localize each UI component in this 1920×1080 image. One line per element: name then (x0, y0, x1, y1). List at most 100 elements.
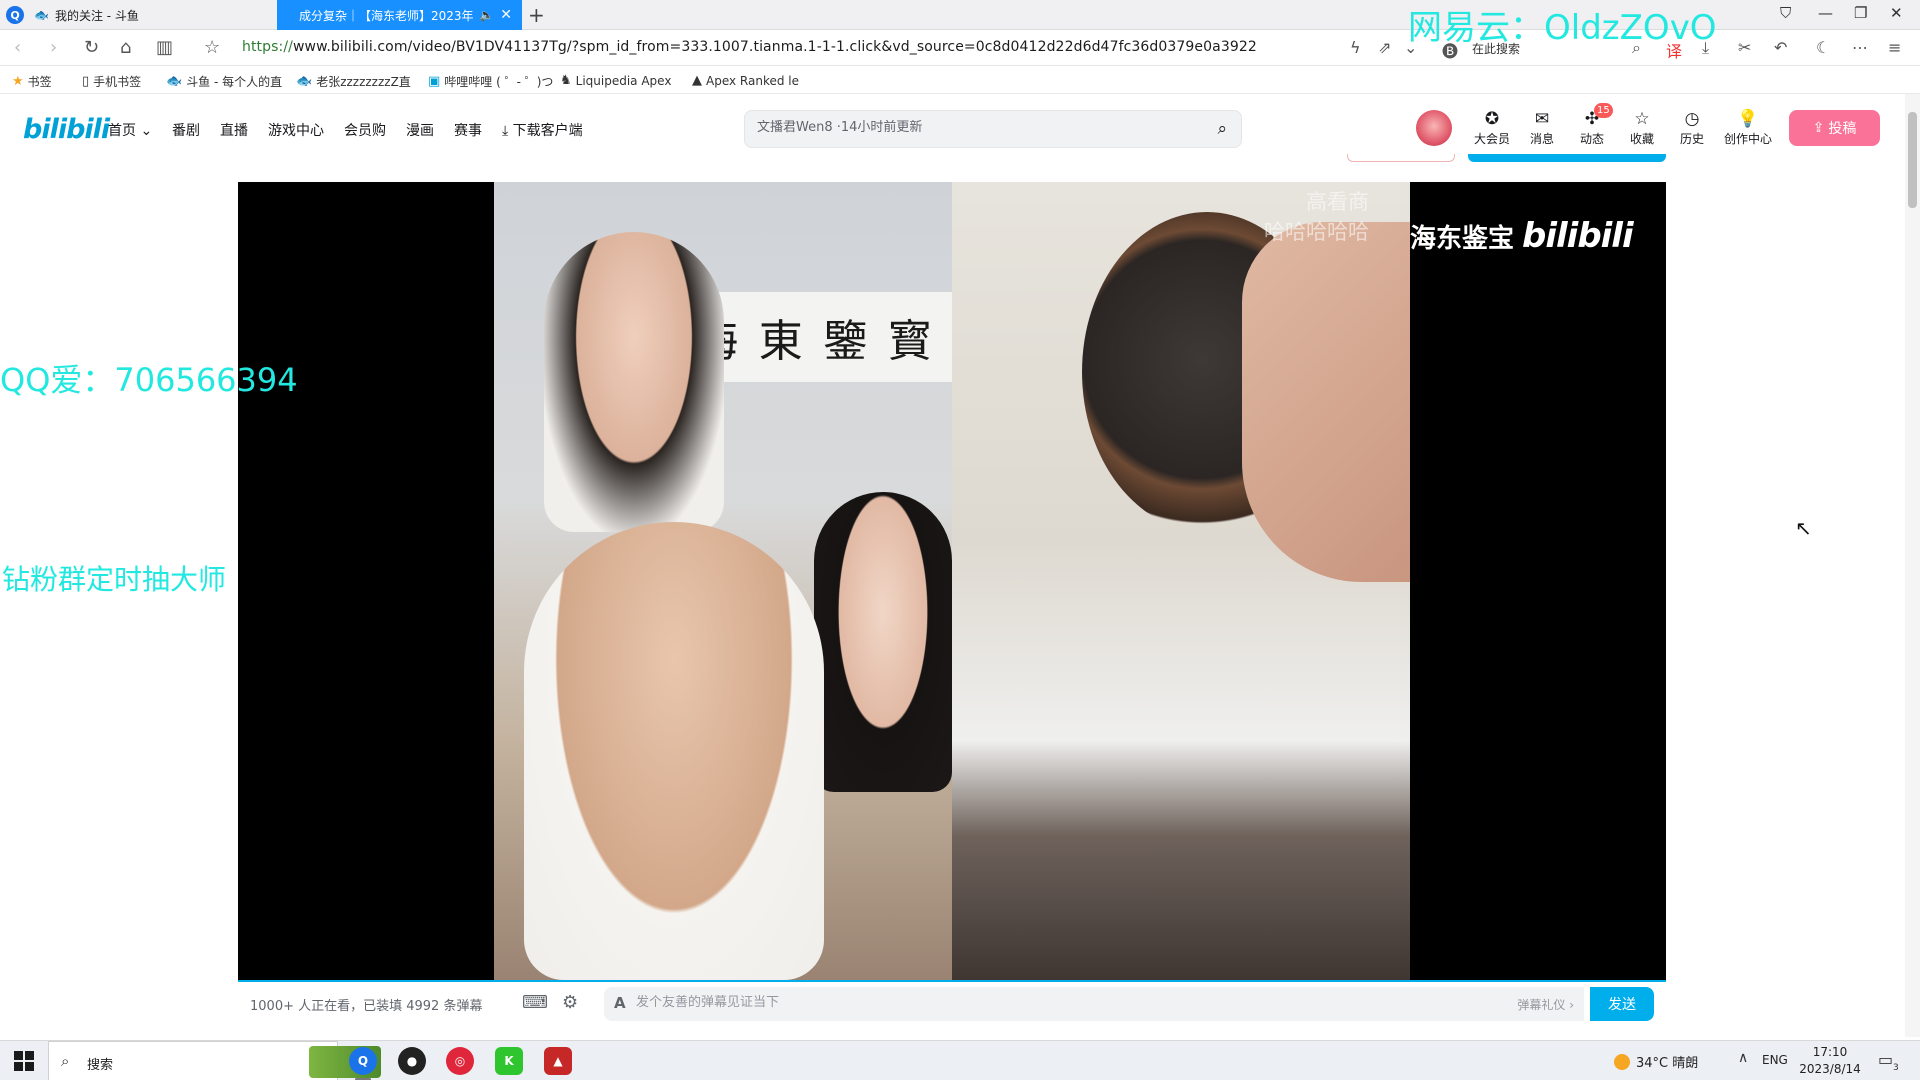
nav-vip-shop[interactable]: 会员购 (344, 120, 386, 140)
tab-label: 成分复杂｜【海东老师】2023年 (299, 8, 474, 23)
restore-icon[interactable]: ❐ (1854, 4, 1867, 22)
reload-icon[interactable]: ↻ (84, 37, 99, 58)
nav-bangumi[interactable]: 番剧 (172, 120, 200, 140)
nav-home[interactable]: 首页 ⌄ (108, 120, 152, 140)
nav-game-center[interactable]: 游戏中心 (268, 120, 324, 140)
overlay-qq-text: QQ爱：706566394 (0, 361, 298, 399)
hand-image (1242, 222, 1410, 582)
douyu-icon: 🐟 (296, 74, 313, 89)
bookmark-star-icon[interactable]: ☆ (204, 37, 220, 58)
header-history[interactable]: ◷ 历史 (1670, 108, 1714, 147)
scrollbar-thumb[interactable] (1908, 112, 1917, 208)
search-input[interactable] (757, 120, 1197, 135)
danmaku-input[interactable] (636, 995, 1316, 1010)
language-indicator[interactable]: ENG (1762, 1053, 1788, 1067)
minimize-icon[interactable]: — (1818, 4, 1833, 22)
tabs-menu-icon[interactable]: ⛉ (1780, 4, 1791, 22)
upload-icon: ⇪ (1812, 120, 1825, 136)
phone-icon: ▯ (82, 74, 90, 89)
danmaku-etiquette-link[interactable]: 弹幕礼仪 › (1517, 996, 1574, 1013)
search-icon[interactable]: ⌕ (1217, 119, 1227, 139)
dark-mode-icon[interactable]: ☾ (1816, 38, 1830, 57)
bookmark-item[interactable]: 🐟 老张zzzzzzzzZ直 (296, 73, 411, 90)
message-icon: ✉ (1534, 109, 1550, 129)
overlay-fans-text: 钻粉群定时抽大师 (2, 563, 227, 596)
app-icon[interactable]: ● (398, 1047, 426, 1075)
weather-widget[interactable]: 34°C 晴朗 (1614, 1052, 1698, 1071)
danmaku-style-icon[interactable]: A (614, 994, 626, 1012)
taskbar-search[interactable]: ⌕ 搜索 (48, 1041, 381, 1080)
scissors-icon[interactable]: ✂ (1738, 38, 1751, 57)
apex-app-icon[interactable]: ▲ (544, 1047, 572, 1075)
nav-live[interactable]: 直播 (220, 120, 248, 140)
bookmark-item[interactable]: 🐟 斗鱼 - 每个人的直 (166, 73, 282, 90)
close-tab-icon[interactable]: ✕ (500, 7, 512, 23)
danmaku-send-button[interactable]: 发送 (1590, 987, 1654, 1021)
bilibili-header: bilibili 首页 ⌄ 番剧 直播 游戏中心 会员购 漫画 赛事 ⤓ 下载客… (0, 94, 1905, 162)
clock[interactable]: 17:10 2023/8/14 (1798, 1044, 1862, 1078)
back-icon[interactable]: ‹ (14, 37, 21, 58)
liquipedia-icon: ♞ (560, 73, 572, 88)
history-icon: ◷ (1684, 109, 1700, 129)
bolt-icon[interactable]: ϟ (1350, 38, 1361, 57)
nav-esports[interactable]: 赛事 (454, 120, 482, 140)
speaker-icon[interactable]: 🔈 (479, 8, 494, 22)
bilibili-watermark-logo: bilibili (1522, 216, 1634, 256)
notification-count: 3 (1893, 1063, 1899, 1073)
bookmark-item[interactable]: ♞ Liquipedia Apex (560, 73, 671, 88)
bookmark-item[interactable]: ▯ 手机书签 (82, 73, 141, 90)
more-icon[interactable]: ⋯ (1852, 38, 1868, 57)
faint-overlay-text: 高看商 哈哈哈哈哈 (1264, 190, 1369, 244)
windows-start-icon[interactable] (14, 1051, 34, 1071)
chevron-down-icon: ⌄ (140, 123, 153, 139)
nav-download-client[interactable]: ⤓ 下载客户端 (502, 120, 583, 140)
douyu-icon: 🐟 (34, 8, 49, 22)
new-tab-button[interactable]: + (528, 3, 545, 27)
download-client-icon: ⤓ (502, 123, 509, 139)
follow-button-edge[interactable] (1347, 154, 1455, 162)
url-field[interactable]: https://www.bilibili.com/video/BV1DV4113… (242, 39, 1257, 55)
tab-bilibili-video[interactable]: 成分复杂｜【海东老师】2023年 🔈 ✕ (277, 0, 522, 30)
person-figure (524, 522, 824, 980)
video-frame-right (952, 182, 1410, 980)
charge-button-edge[interactable] (1468, 154, 1666, 162)
menu-icon[interactable]: ≡ (1888, 38, 1901, 57)
undo-icon[interactable]: ↶ (1774, 38, 1787, 57)
browser-app-icon[interactable]: Q (349, 1047, 377, 1075)
forward-icon[interactable]: › (50, 37, 57, 58)
netease-music-icon[interactable]: ◎ (446, 1047, 474, 1075)
nav-manga[interactable]: 漫画 (406, 120, 434, 140)
bookmarks-bar: ★ 书签 ▯ 手机书签 🐟 斗鱼 - 每个人的直 🐟 老张zzzzzzzzZ直 ▣ 哔哩哔… (0, 66, 1920, 94)
home-icon[interactable]: ⌂ (120, 37, 131, 58)
creator-icon: 💡 (1737, 109, 1759, 129)
bookmark-item[interactable]: ▣ 哔哩哔哩 ( ゜- ゜)つ (428, 73, 553, 90)
douyu-icon: 🐟 (166, 74, 183, 89)
page-scrollbar[interactable] (1905, 94, 1920, 1037)
bookmark-item[interactable]: ▲ Apex Ranked le (692, 73, 799, 88)
video-frame-left: 海 東 鑒 寳 (494, 182, 952, 980)
video-watermark: 海东鉴宝 bilibili (1410, 216, 1634, 256)
header-messages[interactable]: ✉ 消息 (1520, 108, 1564, 147)
tab-label: 我的关注 - 斗鱼 (54, 8, 139, 23)
avatar[interactable] (1416, 110, 1452, 146)
star-icon: ★ (12, 74, 24, 89)
video-player[interactable]: 海 東 鑒 寳 高看商 哈哈哈哈哈 海东鉴宝 bilibili (238, 182, 1666, 980)
kook-icon[interactable]: K (495, 1047, 523, 1075)
search-box: ⌕ (744, 110, 1242, 148)
search-icon: ⌕ (61, 1052, 70, 1070)
header-vip[interactable]: ✪ 大会员 (1470, 108, 1514, 147)
header-favorites[interactable]: ☆ 收藏 (1620, 108, 1664, 147)
danmaku-settings-icon[interactable]: ⚙ (562, 992, 578, 1013)
bookmark-item[interactable]: ★ 书签 (12, 73, 52, 90)
header-creator-center[interactable]: 💡 创作中心 (1720, 108, 1776, 147)
tab-douyu-follow[interactable]: 🐟 我的关注 - 斗鱼 (0, 0, 275, 30)
notification-icon[interactable]: ▭ (1878, 1050, 1893, 1069)
overlay-netease-text: 网易云：OldzZOvO (1408, 8, 1717, 48)
bilibili-logo[interactable]: bilibili (23, 114, 110, 145)
reader-icon[interactable]: ▥ (156, 37, 173, 58)
share-icon[interactable]: ⇗ (1378, 38, 1391, 57)
upload-button[interactable]: ⇪ 投稿 (1789, 110, 1880, 146)
danmaku-toggle-icon[interactable]: ⌨ (522, 992, 548, 1013)
close-window-icon[interactable]: ✕ (1890, 4, 1903, 22)
tray-chevron-icon[interactable]: ∧ (1738, 1050, 1748, 1066)
